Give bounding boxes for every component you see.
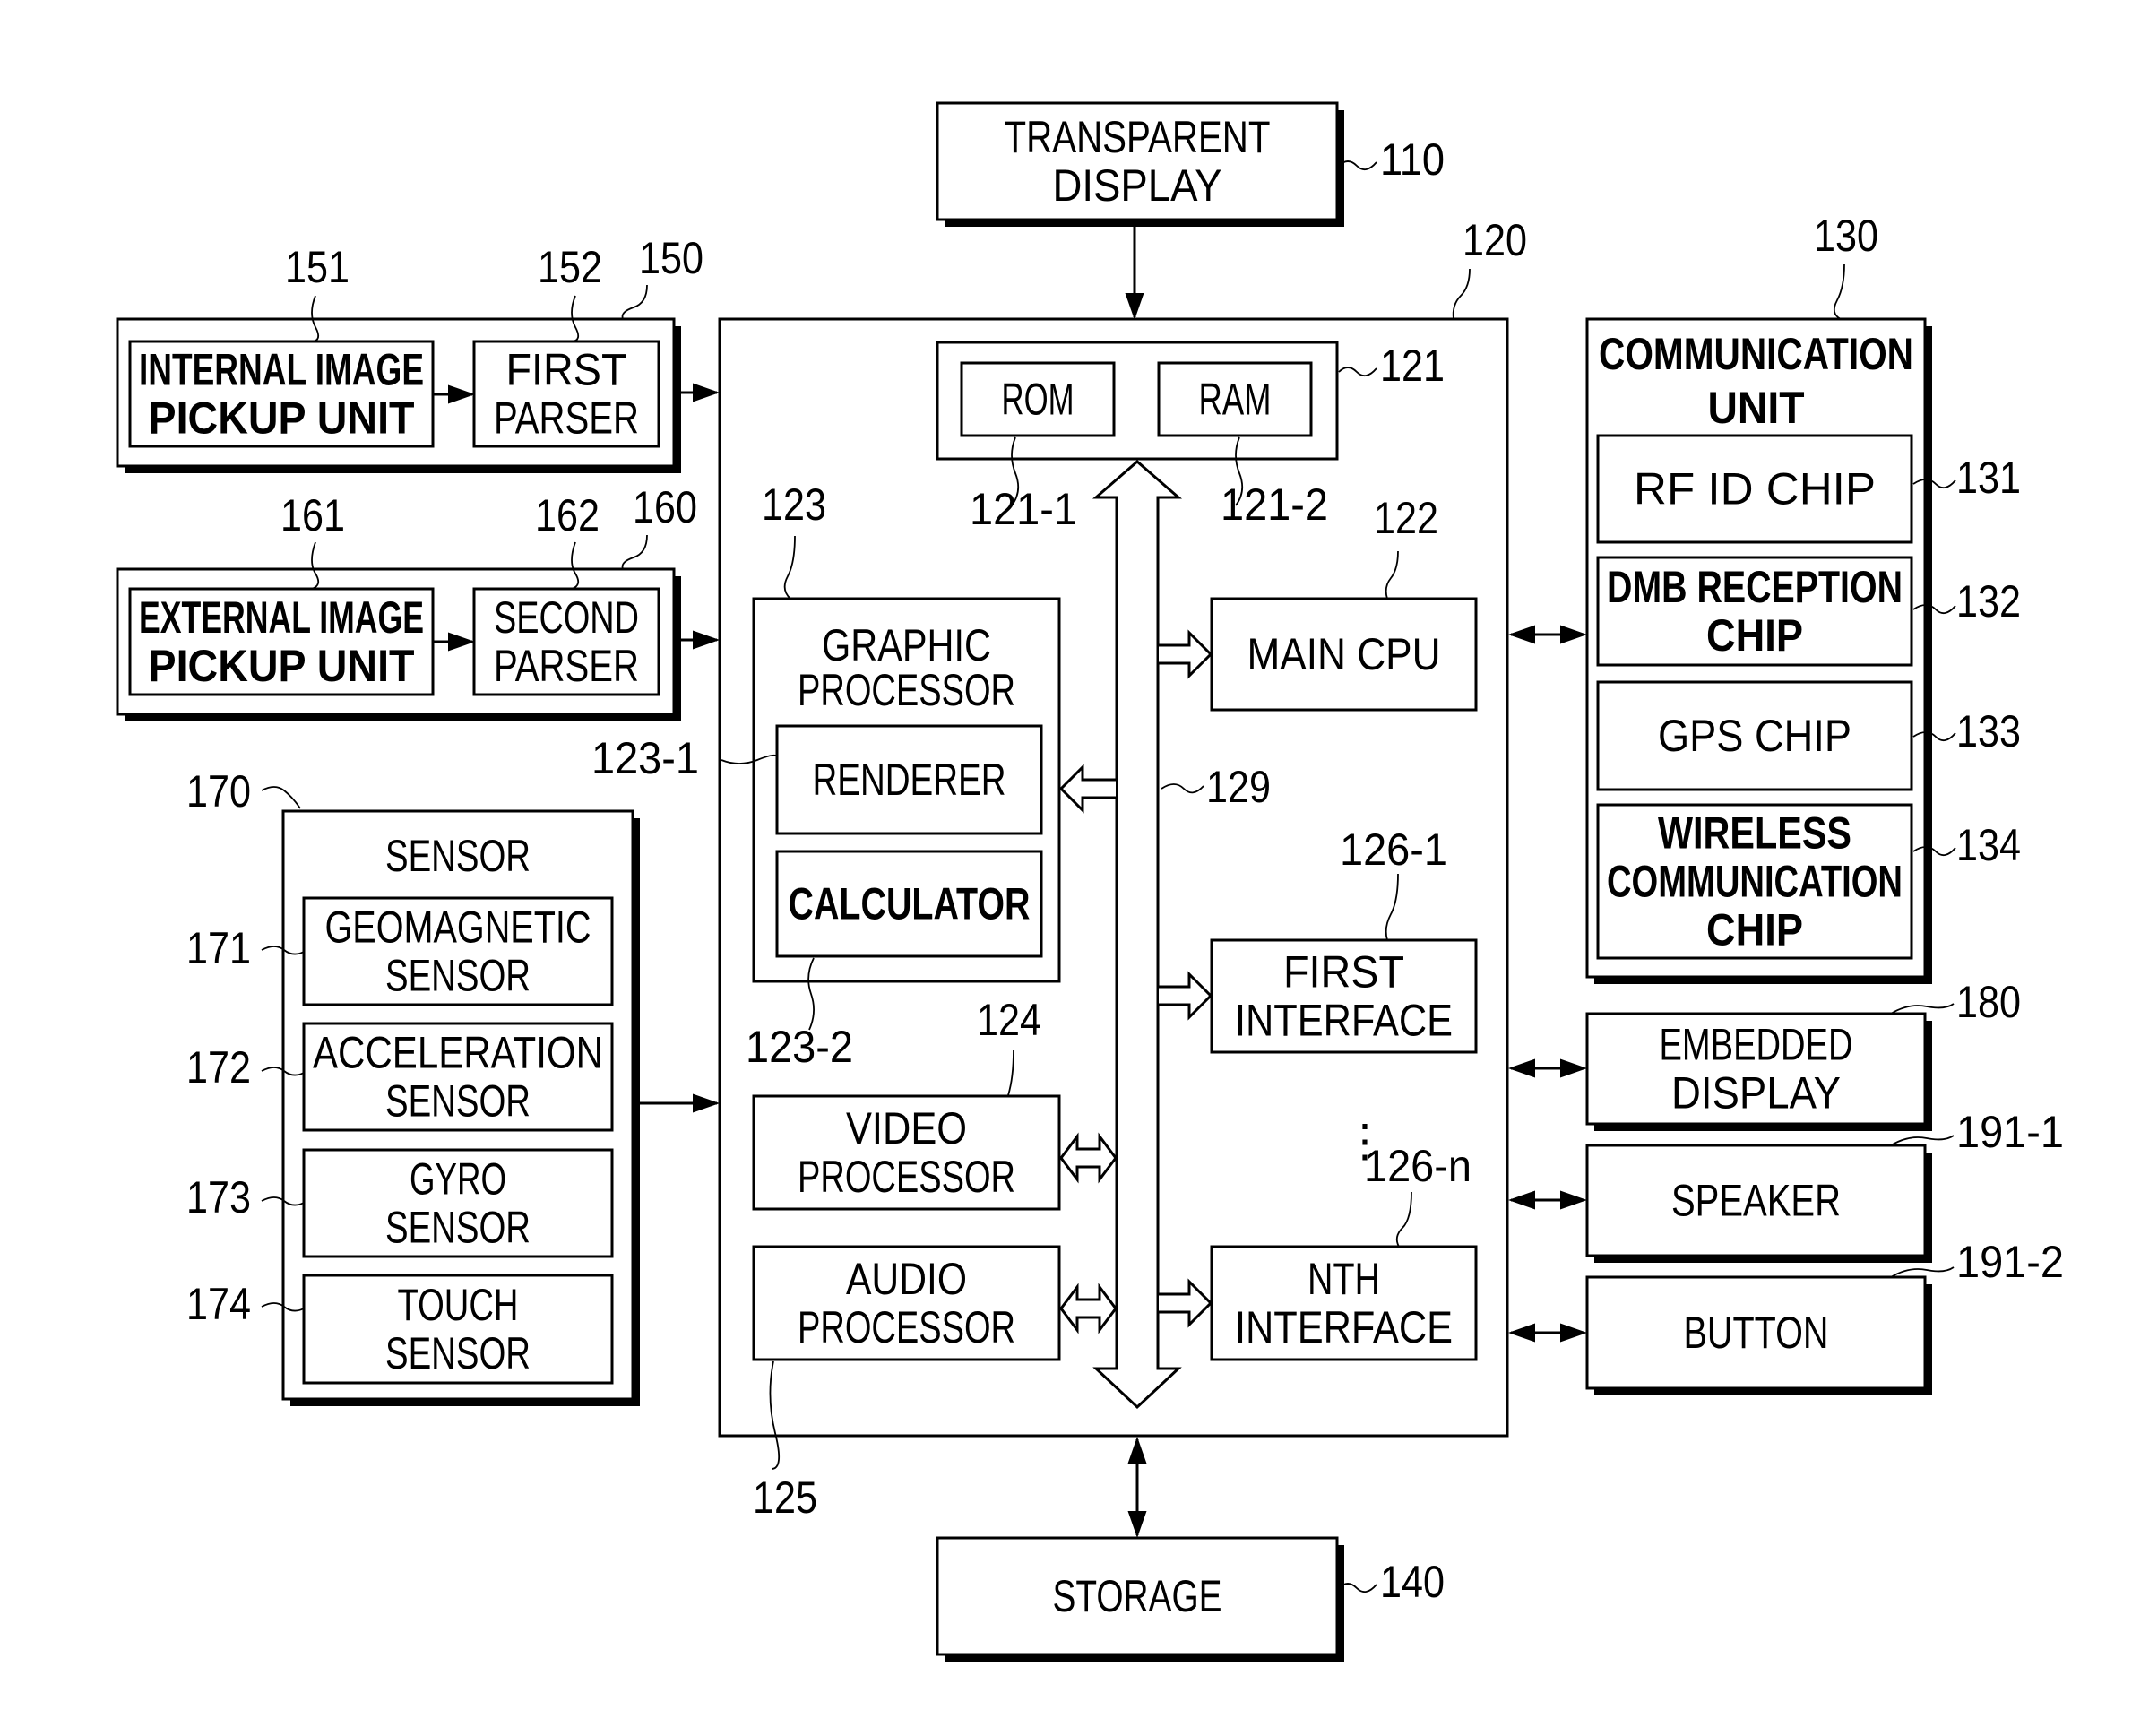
video-processor-ref-numeral: 124	[977, 995, 1041, 1045]
external-pickup-label: PICKUP UNIT	[149, 641, 415, 691]
wireless-chip-ref-numeral: 134	[1956, 820, 2021, 870]
ram-ref-numeral: 121-2	[1221, 479, 1328, 530]
wireless-chip-label: WIRELESS	[1658, 808, 1851, 859]
wireless-chip-label: COMMUNICATION	[1607, 857, 1903, 907]
speaker-ref-numeral: 191-1	[1956, 1107, 2064, 1157]
dmb-chip-label: CHIP	[1706, 610, 1803, 661]
graphic-processor-label: PROCESSOR	[798, 665, 1015, 715]
storage-label: STORAGE	[1053, 1571, 1222, 1621]
sensor-ref-numeral: 170	[186, 766, 251, 816]
ram-label: RAM	[1199, 375, 1272, 425]
second-parser-label: PARSER	[494, 641, 639, 691]
speaker-leader-line	[1890, 1135, 1955, 1146]
internal-pickup-label: PICKUP UNIT	[149, 393, 415, 444]
block-diagram: ⋮ TRANSPARENTDISPLAYROM RAMGRAPHICPROCESS…	[116, 101, 2064, 1662]
dmb-chip-ref-numeral: 132	[1956, 576, 2021, 626]
image-unit-2-leader-line	[621, 534, 648, 570]
external-pickup-ref-numeral: 161	[280, 490, 345, 540]
gyro-ref-numeral: 173	[186, 1172, 251, 1222]
first-interface-label: INTERFACE	[1235, 996, 1453, 1046]
rfid-chip-ref-numeral: 131	[1956, 453, 2021, 503]
nth-interface-label: NTH	[1308, 1254, 1380, 1304]
rom-label: ROM	[1002, 375, 1074, 425]
transparent-display-ref-numeral: 110	[1380, 134, 1445, 185]
speaker-label: SPEAKER	[1671, 1176, 1841, 1226]
geomagnetic-label: SENSOR	[385, 951, 531, 1001]
embedded-display-leader-line	[1890, 1003, 1955, 1015]
embedded-display-label: EMBEDDED	[1660, 1020, 1853, 1070]
first-parser-ref-numeral: 152	[538, 242, 602, 292]
internal-pickup-ref-numeral: 151	[285, 242, 350, 292]
geomagnetic-ref-numeral: 171	[186, 923, 251, 973]
button-label: BUTTON	[1684, 1308, 1829, 1358]
transparent-display-label: DISPLAY	[1053, 160, 1222, 211]
audio-processor-label: AUDIO	[846, 1254, 967, 1304]
internal-pickup-label: INTERNAL IMAGE	[139, 345, 424, 395]
video-processor-label: VIDEO	[846, 1103, 967, 1153]
audio-processor-ref-numeral: 125	[753, 1473, 817, 1523]
calculator-ref-numeral: 123-2	[746, 1022, 853, 1072]
first-parser-label: FIRST	[506, 345, 627, 395]
gyro-label: GYRO	[410, 1154, 506, 1205]
rfid-chip-label: RF ID CHIP	[1634, 464, 1876, 514]
acceleration-ref-numeral: 172	[186, 1042, 251, 1093]
communication-unit-label: COMMUNICATION	[1599, 329, 1913, 379]
button-leader-line	[1890, 1266, 1955, 1278]
sensor-leader-line	[261, 786, 301, 809]
storage-ref-numeral: 140	[1380, 1557, 1445, 1607]
main-cpu-ref-numeral: 122	[1374, 493, 1438, 543]
graphic-processor-label: GRAPHIC	[822, 620, 991, 670]
bus-ref-numeral: 129	[1206, 762, 1271, 812]
touch-ref-numeral: 174	[186, 1279, 251, 1329]
video-processor-label: PROCESSOR	[798, 1152, 1015, 1202]
audio-processor-label: PROCESSOR	[798, 1302, 1015, 1352]
storage-leader-line	[1338, 1583, 1377, 1593]
embedded-display-ref-numeral: 180	[1956, 977, 2021, 1027]
gyro-label: SENSOR	[385, 1203, 531, 1253]
controller-leader-line	[1452, 268, 1471, 320]
image-unit-1-leader-line	[621, 284, 648, 320]
embedded-display-label: DISPLAY	[1671, 1068, 1841, 1118]
communication-unit-leader-line	[1833, 263, 1845, 320]
communication-unit-ref-numeral: 130	[1814, 211, 1878, 261]
communication-unit-label: UNIT	[1708, 383, 1805, 433]
gps-chip-label: GPS CHIP	[1658, 711, 1851, 761]
calculator-label: CALCULATOR	[789, 879, 1031, 929]
gps-chip-ref-numeral: 133	[1956, 706, 2021, 756]
button-ref-numeral: 191-2	[1956, 1237, 2064, 1287]
renderer-ref-numeral: 123-1	[591, 733, 699, 783]
second-parser-ref-numeral: 162	[535, 490, 600, 540]
wireless-chip-label: CHIP	[1706, 905, 1803, 955]
rom-ref-numeral: 121-1	[970, 484, 1077, 534]
image-unit-1-ref-numeral: 150	[639, 233, 703, 283]
touch-label: TOUCH	[398, 1280, 519, 1330]
second-parser-label: SECOND	[494, 592, 639, 643]
geomagnetic-label: GEOMAGNETIC	[325, 903, 591, 953]
graphic-processor-ref-numeral: 123	[762, 479, 826, 530]
nth-interface-ref-numeral: 126-n	[1364, 1141, 1472, 1191]
sensor-label: SENSOR	[385, 831, 531, 881]
nth-interface-label: INTERFACE	[1235, 1302, 1453, 1352]
image-unit-2-ref-numeral: 160	[633, 482, 697, 532]
controller-ref-numeral: 120	[1463, 215, 1527, 265]
acceleration-label: ACCELERATION	[313, 1028, 603, 1078]
external-pickup-label: EXTERNAL IMAGE	[139, 592, 424, 643]
transparent-display-label: TRANSPARENT	[1005, 112, 1271, 162]
acceleration-label: SENSOR	[385, 1076, 531, 1127]
touch-label: SENSOR	[385, 1328, 531, 1378]
transparent-display-leader-line	[1338, 160, 1377, 171]
dmb-chip-label: DMB RECEPTION	[1607, 562, 1903, 612]
main-cpu-label: MAIN CPU	[1247, 629, 1441, 679]
renderer-label: RENDERER	[813, 755, 1006, 805]
memory-ref-numeral: 121	[1380, 341, 1445, 391]
first-interface-ref-numeral: 126-1	[1340, 825, 1447, 875]
first-parser-label: PARSER	[494, 393, 639, 444]
first-interface-label: FIRST	[1283, 947, 1404, 998]
